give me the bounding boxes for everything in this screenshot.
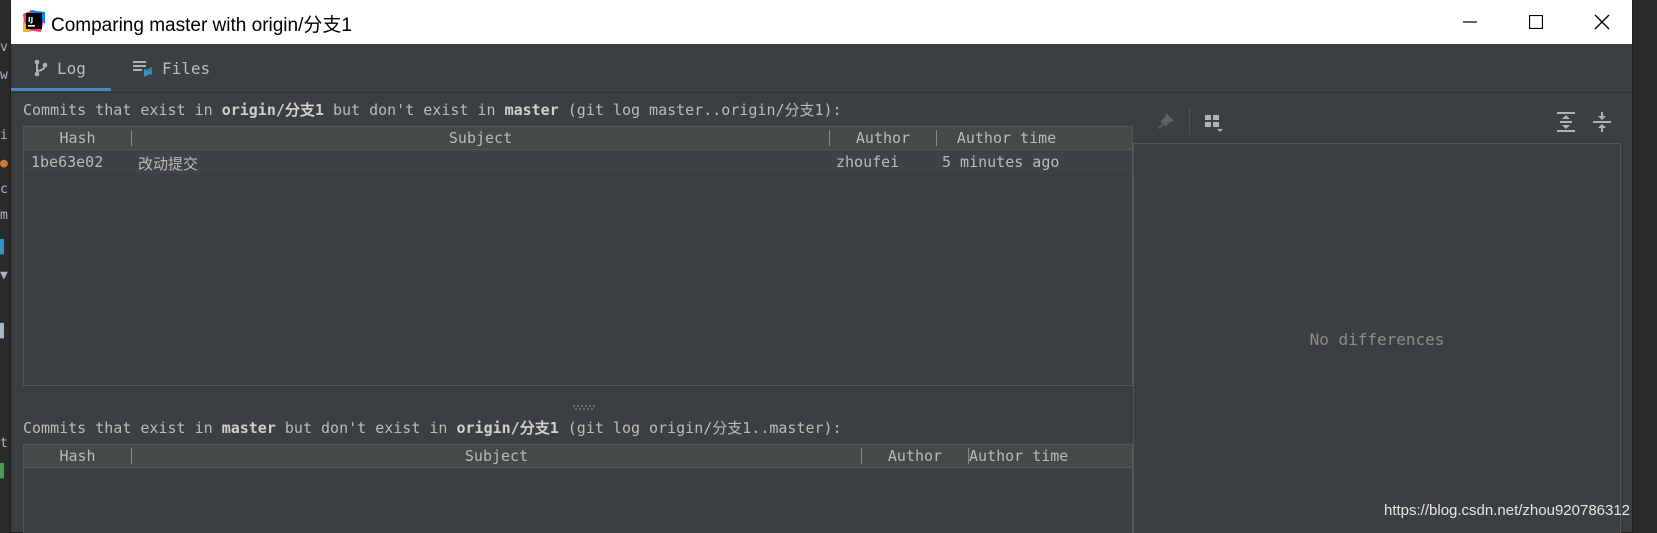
background-ide-strip: v w i ● c m ▌ ▼ ▌ t ▌ xyxy=(0,0,11,532)
intellij-app-icon: IJ xyxy=(23,10,45,32)
tab-log-label: Log xyxy=(57,58,86,78)
top-section-caption: Commits that exist in origin/分支1 but don… xyxy=(23,101,842,119)
column-subject[interactable]: Subject xyxy=(132,447,861,465)
table-row[interactable]: 1be63e02 改动提交 zhoufei 5 minutes ago xyxy=(24,150,1132,174)
tab-files-label: Files xyxy=(162,58,211,78)
pin-icon[interactable] xyxy=(1153,112,1179,132)
commit-time: 5 minutes ago xyxy=(942,153,1060,171)
minimize-button[interactable] xyxy=(1437,0,1503,44)
column-hash[interactable]: Hash xyxy=(24,129,131,147)
incoming-commits-table: Hash Subject Author Author time 1be63e02… xyxy=(23,126,1133,386)
watermark: https://blog.csdn.net/zhou920786312 xyxy=(1384,502,1631,519)
outgoing-commits-table: Hash Subject Author Author time xyxy=(23,444,1133,533)
close-button[interactable] xyxy=(1569,0,1635,44)
title-bar: IJ Comparing master with origin/分支1 xyxy=(11,0,1632,45)
group-by-icon[interactable] xyxy=(1200,112,1226,132)
active-tab-indicator xyxy=(11,88,111,91)
toolbar-separator xyxy=(1189,109,1190,135)
compare-dialog: IJ Comparing master with origin/分支1 Log … xyxy=(11,0,1632,533)
maximize-icon xyxy=(1529,15,1543,29)
commit-hash: 1be63e02 xyxy=(31,153,104,171)
column-hash[interactable]: Hash xyxy=(24,447,131,465)
diff-toolbar-right xyxy=(1548,106,1620,138)
bottom-section-caption: Commits that exist in master but don't e… xyxy=(23,419,842,437)
files-diff-icon xyxy=(132,59,154,77)
table-header: Hash Subject Author Author time xyxy=(24,127,1132,150)
diff-toolbar xyxy=(1153,106,1226,138)
window-title: Comparing master with origin/分支1 xyxy=(51,15,352,36)
tab-files[interactable]: Files xyxy=(132,44,210,92)
column-author-time[interactable]: Author time xyxy=(969,447,1079,465)
commit-subject: 改动提交 xyxy=(138,155,199,173)
svg-text:IJ: IJ xyxy=(28,16,33,24)
maximize-button[interactable] xyxy=(1503,0,1569,44)
table-header: Hash Subject Author Author time xyxy=(24,445,1132,468)
column-subject[interactable]: Subject xyxy=(132,129,829,147)
column-author-time[interactable]: Author time xyxy=(937,129,1076,147)
branch-icon xyxy=(33,59,49,77)
minimize-icon xyxy=(1463,21,1477,23)
horizontal-splitter-handle[interactable] xyxy=(571,404,597,410)
close-icon xyxy=(1594,14,1610,30)
diff-panel: No differences xyxy=(1133,143,1621,533)
no-differences-text: No differences xyxy=(1309,330,1445,349)
collapse-all-icon[interactable] xyxy=(1584,111,1620,133)
tab-log[interactable]: Log xyxy=(33,44,86,92)
column-author[interactable]: Author xyxy=(862,447,968,465)
tab-bar: Log Files xyxy=(11,44,1632,93)
commit-author: zhoufei xyxy=(836,153,900,171)
expand-all-icon[interactable] xyxy=(1548,111,1584,133)
column-author[interactable]: Author xyxy=(830,129,936,147)
